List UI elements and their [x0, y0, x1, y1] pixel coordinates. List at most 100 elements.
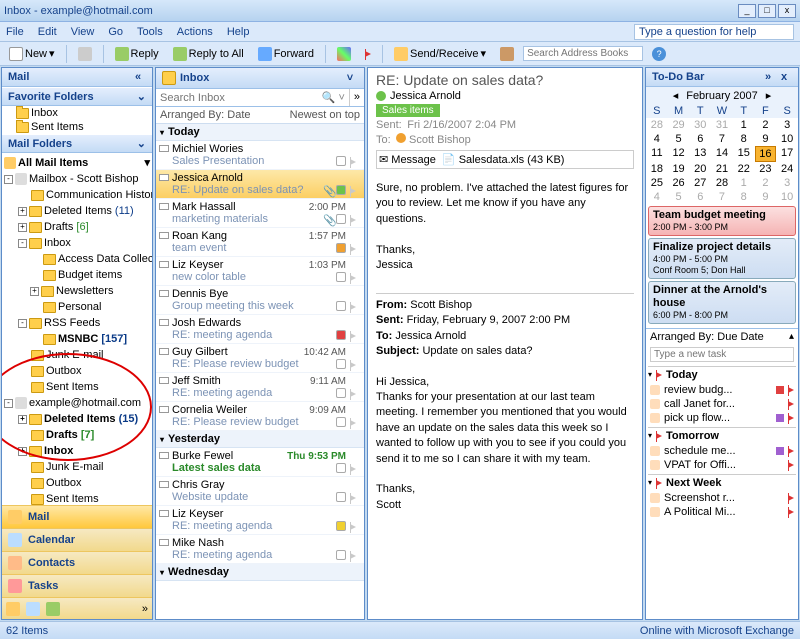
- tree-node[interactable]: +Inbox: [2, 443, 152, 459]
- flag-icon[interactable]: [350, 388, 360, 398]
- calendar-day[interactable]: 5: [668, 132, 690, 146]
- flag-icon[interactable]: [350, 185, 360, 195]
- reply-all-button[interactable]: Reply to All: [168, 45, 249, 63]
- forward-button[interactable]: Forward: [253, 45, 319, 63]
- category-icon[interactable]: [776, 400, 784, 408]
- date-group[interactable]: ▾Wednesday: [156, 564, 364, 581]
- flag-icon[interactable]: [788, 506, 794, 518]
- flag-icon[interactable]: [350, 417, 360, 427]
- message-item[interactable]: Jessica Arnold RE: Update on sales data?…: [156, 170, 364, 199]
- task-item[interactable]: Screenshot r...: [648, 491, 796, 505]
- addressbook-button[interactable]: [495, 45, 519, 63]
- calendar-day[interactable]: 26: [668, 176, 690, 190]
- calendar-grid[interactable]: SMTWTFS282930311234567891011121314151617…: [646, 104, 798, 204]
- category-icon[interactable]: [336, 359, 346, 369]
- tree-node[interactable]: Sent Items: [2, 491, 152, 505]
- nav-mail[interactable]: Mail: [2, 505, 152, 528]
- nav-contacts[interactable]: Contacts: [2, 551, 152, 574]
- expand-toggle[interactable]: +: [18, 415, 27, 424]
- category-icon[interactable]: [336, 463, 346, 473]
- expand-toggle[interactable]: -: [4, 399, 13, 408]
- flag-icon[interactable]: [350, 156, 360, 166]
- calendar-day[interactable]: 2: [755, 118, 777, 132]
- task-item[interactable]: review budg...: [648, 383, 796, 397]
- tree-node[interactable]: -RSS Feeds: [2, 315, 152, 331]
- appointment[interactable]: Dinner at the Arnold's house6:00 PM - 8:…: [648, 281, 796, 324]
- calendar-day[interactable]: 10: [776, 132, 798, 146]
- calendar-day[interactable]: 28: [711, 176, 733, 190]
- minimize-button[interactable]: _: [738, 4, 756, 18]
- new-button[interactable]: New ▾: [4, 45, 60, 63]
- task-group[interactable]: ▾Tomorrow: [648, 428, 796, 444]
- expand-toggle[interactable]: +: [18, 447, 27, 456]
- new-task-input[interactable]: [650, 347, 794, 362]
- flag-icon[interactable]: [350, 330, 360, 340]
- calendar-day[interactable]: 10: [776, 190, 798, 204]
- category-icon[interactable]: [336, 301, 346, 311]
- flag-icon[interactable]: [350, 301, 360, 311]
- calendar-day[interactable]: 19: [668, 162, 690, 176]
- tree-node[interactable]: +Drafts [6]: [2, 219, 152, 235]
- category-icon[interactable]: [336, 214, 346, 224]
- calendar-day[interactable]: 8: [733, 132, 755, 146]
- tree-node[interactable]: +Deleted Items (11): [2, 203, 152, 219]
- category-icon[interactable]: [336, 272, 346, 282]
- flag-icon[interactable]: [788, 459, 794, 471]
- arrange-bar[interactable]: Arranged By: DateNewest on top: [156, 107, 364, 124]
- calendar-day[interactable]: 8: [733, 190, 755, 204]
- category-icon[interactable]: [776, 461, 784, 469]
- help-search[interactable]: Type a question for help: [634, 24, 794, 40]
- task-item[interactable]: call Janet for...: [648, 397, 796, 411]
- reply-button[interactable]: Reply: [110, 45, 164, 63]
- task-item[interactable]: A Political Mi...: [648, 505, 796, 519]
- calendar-day[interactable]: 15: [733, 146, 755, 162]
- expand-toggle[interactable]: -: [18, 239, 27, 248]
- calendar-day[interactable]: 25: [646, 176, 668, 190]
- calendar-day[interactable]: 28: [646, 118, 668, 132]
- mail-folders-hdr[interactable]: Mail Folders⌄: [2, 134, 152, 153]
- message-item[interactable]: Jeff Smith9:11 AM RE: meeting agenda: [156, 373, 364, 402]
- message-item[interactable]: Burke FewelThu 9:53 PM Latest sales data: [156, 448, 364, 477]
- flag-icon[interactable]: [350, 492, 360, 502]
- flag-icon[interactable]: [788, 384, 794, 396]
- search-address-books[interactable]: [523, 46, 643, 61]
- category-icon[interactable]: [776, 508, 784, 516]
- collapse-icon[interactable]: «: [130, 71, 146, 83]
- fav-folder[interactable]: Inbox: [2, 106, 152, 120]
- expand-toggle[interactable]: +: [18, 223, 27, 232]
- close-icon[interactable]: x: [776, 71, 792, 83]
- category-icon[interactable]: [336, 156, 346, 166]
- calendar-day[interactable]: 1: [733, 176, 755, 190]
- expand-toggle[interactable]: -: [18, 319, 27, 328]
- calendar-day[interactable]: 6: [689, 190, 711, 204]
- category-icon[interactable]: [776, 494, 784, 502]
- tree-node[interactable]: +Deleted Items (15): [2, 411, 152, 427]
- close-button[interactable]: x: [778, 4, 796, 18]
- calendar-day[interactable]: 4: [646, 190, 668, 204]
- message-item[interactable]: Chris Gray Website update: [156, 477, 364, 506]
- calendar-day[interactable]: 12: [668, 146, 690, 162]
- flag-icon[interactable]: [788, 398, 794, 410]
- flag-icon[interactable]: [788, 492, 794, 504]
- message-item[interactable]: Michiel Wories Sales Presentation: [156, 141, 364, 170]
- expand-search-icon[interactable]: »: [349, 89, 364, 106]
- calendar-day[interactable]: 5: [668, 190, 690, 204]
- menu-tools[interactable]: Tools: [137, 26, 163, 38]
- category-icon[interactable]: [776, 386, 784, 394]
- message-item[interactable]: Cornelia Weiler9:09 AM RE: Please review…: [156, 402, 364, 431]
- date-group[interactable]: ▾Today: [156, 124, 364, 141]
- calendar-day[interactable]: 1: [733, 118, 755, 132]
- search-icon[interactable]: 🔍 ˅: [318, 89, 349, 106]
- calendar-day[interactable]: 16: [755, 146, 777, 162]
- attachment-item[interactable]: 📄 Salesdata.xls (43 KB): [442, 153, 565, 166]
- category-icon[interactable]: [776, 414, 784, 422]
- print-button[interactable]: [73, 45, 97, 63]
- menu-view[interactable]: View: [71, 26, 95, 38]
- date-group[interactable]: ▾Yesterday: [156, 431, 364, 448]
- options-icon[interactable]: ˅: [342, 72, 358, 84]
- message-item[interactable]: Roan Kang1:57 PM team event: [156, 228, 364, 257]
- tree-node[interactable]: MSNBC [157]: [2, 331, 152, 347]
- favorite-folders-hdr[interactable]: Favorite Folders⌄: [2, 87, 152, 106]
- calendar-day[interactable]: 3: [776, 118, 798, 132]
- flag-icon[interactable]: [350, 359, 360, 369]
